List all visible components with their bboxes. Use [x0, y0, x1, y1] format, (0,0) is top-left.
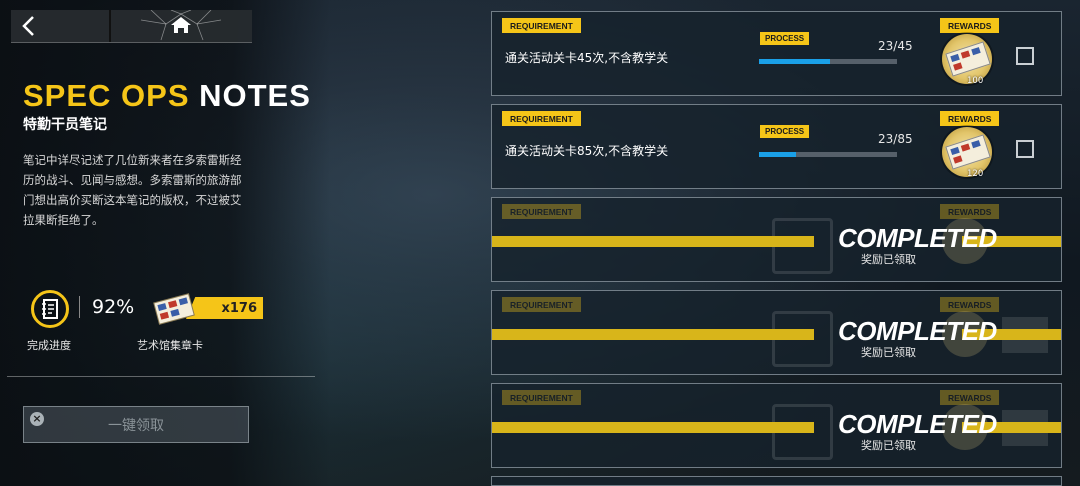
rewards-tag: REWARDS: [940, 18, 1000, 33]
home-icon: [140, 10, 222, 41]
completed-band: [492, 236, 814, 247]
requirement-text: 通关活动关卡85次,不含教学关: [505, 144, 669, 158]
reward-claimed-label: 奖励已领取: [861, 346, 916, 359]
completed-label: COMPLETED: [838, 316, 997, 346]
top-nav-bar: [11, 10, 252, 43]
task-card-partial: [491, 476, 1062, 486]
requirement-tag: REQUIREMENT: [502, 204, 581, 219]
section-divider: [7, 376, 315, 377]
requirement-tag: REQUIREMENT: [502, 297, 581, 312]
notebook-icon: [31, 290, 69, 328]
reward-quantity: 100: [967, 76, 984, 86]
progress-bar-fill: [759, 59, 830, 64]
rewards-tag: REWARDS: [940, 111, 1000, 126]
home-button[interactable]: [111, 10, 252, 42]
rewards-tag: REWARDS: [940, 390, 1000, 405]
task-card: REQUIREMENT 通关活动关卡85次,不含教学关 PROCESS 23/8…: [491, 104, 1062, 189]
progress-count: 23/85: [878, 132, 913, 146]
completed-band: [492, 329, 814, 340]
page-title: SPEC OPS NOTES: [23, 78, 311, 113]
close-icon: ×: [30, 412, 44, 426]
rewards-tag: REWARDS: [940, 297, 1000, 312]
collect-card-label: 艺术馆集章卡: [137, 339, 203, 352]
collect-card-count: x176: [186, 297, 263, 319]
progress-count: 23/45: [878, 39, 913, 53]
event-description: 笔记中详尽记述了几位新来者在多索雷斯经历的战斗、见闻与感想。多索雷斯的旅游部门想…: [23, 153, 242, 227]
requirement-tag: REQUIREMENT: [502, 18, 581, 33]
task-card-completed: REQUIREMENT REWARDS COMPLETED 奖励已领取: [491, 383, 1062, 468]
completed-label: COMPLETED: [838, 409, 997, 439]
claim-all-button[interactable]: × 一键领取: [23, 406, 249, 443]
claim-all-label: 一键领取: [108, 417, 164, 434]
task-card-completed: REQUIREMENT REWARDS COMPLETED 奖励已领取: [491, 290, 1062, 375]
requirement-text: 通关活动关卡45次,不含教学关: [505, 51, 669, 65]
reward-claimed-label: 奖励已领取: [861, 253, 916, 266]
progress-bar: [759, 59, 897, 64]
task-card-completed: REQUIREMENT REWARDS COMPLETED 奖励已领取: [491, 197, 1062, 282]
process-tag: PROCESS: [760, 125, 810, 138]
stamp-card-icon: [152, 292, 196, 326]
task-card: REQUIREMENT 通关活动关卡45次,不含教学关 PROCESS 23/4…: [491, 11, 1062, 96]
reward-claimed-label: 奖励已领取: [861, 439, 916, 452]
process-tag: PROCESS: [760, 32, 810, 45]
progress-bar-fill: [759, 152, 797, 157]
chevron-left-icon: [22, 16, 34, 36]
progress-label: 完成进度: [27, 339, 71, 352]
progress-percent: 92%: [79, 296, 134, 318]
back-button[interactable]: [11, 10, 109, 42]
page-subtitle: 特勤干员笔记: [23, 117, 107, 133]
requirement-tag: REQUIREMENT: [502, 111, 581, 126]
task-checkbox[interactable]: [1016, 47, 1034, 65]
reward-quantity: 120: [967, 169, 984, 179]
requirement-tag: REQUIREMENT: [502, 390, 581, 405]
task-checkbox[interactable]: [1016, 140, 1034, 158]
progress-bar: [759, 152, 897, 157]
completed-band: [492, 422, 814, 433]
rewards-tag: REWARDS: [940, 204, 1000, 219]
completed-label: COMPLETED: [838, 223, 997, 253]
